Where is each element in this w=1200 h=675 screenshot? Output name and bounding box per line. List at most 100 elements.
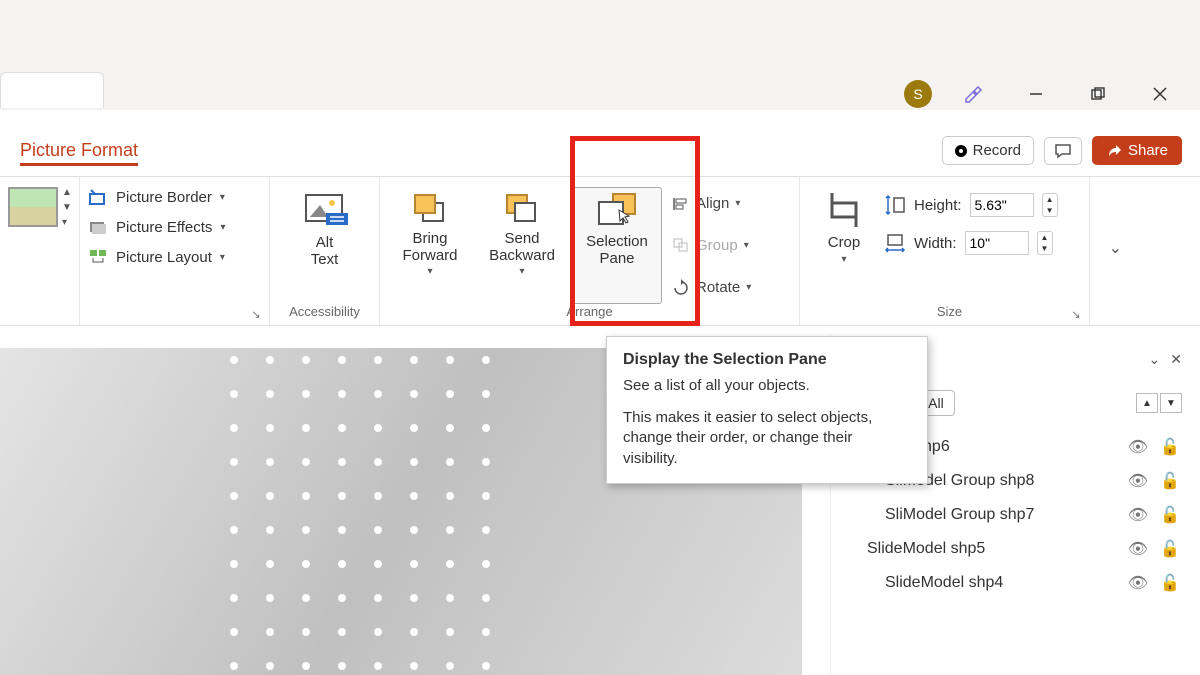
- height-icon: [884, 194, 906, 216]
- picture-layout-button[interactable]: Picture Layout ▾: [88, 247, 261, 267]
- rotate-button[interactable]: Rotate ▾: [672, 279, 751, 296]
- group-label: Group: [696, 237, 738, 254]
- dialog-launcher-icon[interactable]: ↘: [1069, 307, 1083, 321]
- object-name: SlideModel shp5: [867, 540, 1128, 558]
- crop-button[interactable]: Crop ▾: [818, 187, 870, 269]
- list-item[interactable]: SlideModel shp5👁 🔓: [849, 532, 1182, 566]
- height-input[interactable]: [970, 193, 1034, 217]
- tab-picture-format[interactable]: Picture Format: [20, 140, 138, 166]
- minimize-button[interactable]: [1016, 80, 1056, 108]
- crop-icon: [824, 191, 864, 229]
- lock-icon[interactable]: 🔓: [1160, 471, 1180, 491]
- reorder-down-button[interactable]: ▼: [1160, 393, 1182, 413]
- share-label: Share: [1128, 142, 1168, 159]
- picture-layout-icon: [88, 247, 108, 267]
- rotate-label: Rotate: [696, 279, 740, 296]
- lock-icon[interactable]: 🔓: [1160, 539, 1180, 559]
- avatar-letter: S: [913, 86, 922, 102]
- dialog-launcher-icon[interactable]: ↘: [249, 307, 263, 321]
- group-icon: [672, 237, 690, 253]
- lock-icon[interactable]: 🔓: [1160, 573, 1180, 593]
- selection-pane-button[interactable]: Selection Pane: [572, 187, 662, 304]
- object-name: SlideModel shp4: [885, 574, 1128, 592]
- picture-border-button[interactable]: Picture Border ▾: [88, 187, 261, 207]
- group-button: Group ▾: [672, 237, 751, 254]
- gallery-more[interactable]: ▾: [62, 217, 72, 228]
- pane-options-button[interactable]: ⌄: [1149, 351, 1161, 368]
- send-backward-icon: [503, 191, 541, 225]
- comment-icon: [1054, 143, 1072, 159]
- picture-effects-label: Picture Effects: [116, 219, 212, 236]
- list-item[interactable]: SlideModel shp4👁 🔓: [849, 566, 1182, 600]
- bring-forward-label: Bring Forward: [402, 231, 457, 264]
- height-spinner[interactable]: ▲▼: [1042, 193, 1058, 217]
- visibility-icon[interactable]: 👁: [1128, 471, 1148, 491]
- visibility-icon[interactable]: 👁: [1128, 437, 1148, 457]
- accessibility-group-label: Accessibility: [278, 304, 371, 321]
- ribbon: ▲ ▼ ▾ Picture Border ▾ Picture Effects ▾: [0, 176, 1200, 326]
- coming-soon-icon[interactable]: [954, 80, 994, 108]
- maximize-button[interactable]: [1078, 80, 1118, 108]
- picture-layout-label: Picture Layout: [116, 249, 212, 266]
- reorder-up-button[interactable]: ▲: [1136, 393, 1158, 413]
- list-item[interactable]: SliModel Group shp7👁 🔓: [849, 498, 1182, 532]
- share-button[interactable]: Share: [1092, 136, 1182, 165]
- height-label: Height:: [914, 197, 962, 214]
- size-group-label: Size: [818, 304, 1081, 321]
- tooltip: Display the Selection Pane See a list of…: [606, 336, 928, 484]
- bring-forward-button[interactable]: Bring Forward ▾: [388, 187, 472, 304]
- chevron-down-icon: ▾: [519, 266, 524, 277]
- chevron-down-icon: ▾: [735, 198, 740, 209]
- gallery-up[interactable]: ▲: [62, 187, 72, 198]
- chevron-down-icon: ▾: [744, 240, 749, 251]
- send-backward-label: Send Backward: [489, 231, 555, 264]
- align-icon: [672, 196, 690, 212]
- send-backward-button[interactable]: Send Backward ▾: [476, 187, 568, 304]
- width-input[interactable]: [965, 231, 1029, 255]
- rotate-icon: [672, 279, 690, 295]
- bring-forward-icon: [411, 191, 449, 225]
- tooltip-body: This makes it easier to select objects, …: [623, 408, 911, 469]
- record-button[interactable]: Record: [942, 136, 1034, 165]
- alt-text-icon: [302, 191, 348, 229]
- crop-label: Crop: [828, 235, 861, 252]
- size-group: Crop ▾ Height: ▲▼ Width: ▲▼ Size ↘: [800, 177, 1090, 325]
- user-avatar[interactable]: S: [904, 80, 932, 108]
- picture-style-preset[interactable]: [8, 187, 58, 227]
- arrange-group: Bring Forward ▾ Send Backward ▾ Selectio…: [380, 177, 800, 325]
- picture-adjust-group: Picture Border ▾ Picture Effects ▾ Pictu…: [80, 177, 270, 325]
- record-icon: [955, 145, 967, 157]
- selection-pane-label: Selection Pane: [586, 234, 648, 267]
- visibility-icon[interactable]: 👁: [1128, 573, 1148, 593]
- align-button[interactable]: Align ▾: [672, 195, 751, 212]
- align-label: Align: [696, 195, 729, 212]
- picture-effects-button[interactable]: Picture Effects ▾: [88, 217, 261, 237]
- accessibility-group: Alt Text Accessibility: [270, 177, 380, 325]
- object-name: SliModel Group shp7: [885, 506, 1128, 524]
- gallery-down[interactable]: ▼: [62, 202, 72, 213]
- width-spinner[interactable]: ▲▼: [1037, 231, 1053, 255]
- selection-pane-icon: [595, 192, 639, 228]
- record-label: Record: [973, 142, 1021, 159]
- arrange-group-label: Arrange: [388, 304, 791, 321]
- lock-icon[interactable]: 🔓: [1160, 505, 1180, 525]
- alt-text-button[interactable]: Alt Text: [278, 187, 371, 272]
- comments-button[interactable]: [1044, 137, 1082, 165]
- lock-icon[interactable]: 🔓: [1160, 437, 1180, 457]
- width-icon: [884, 232, 906, 254]
- share-icon: [1106, 143, 1122, 159]
- picture-effects-icon: [88, 217, 108, 237]
- tooltip-subtitle: See a list of all your objects.: [623, 377, 911, 394]
- chevron-down-icon: ▾: [841, 254, 846, 265]
- visibility-icon[interactable]: 👁: [1128, 539, 1148, 559]
- chevron-down-icon: ▾: [220, 192, 225, 203]
- chevron-down-icon: ▾: [746, 282, 751, 293]
- alt-text-label: Alt Text: [311, 235, 339, 268]
- picture-border-icon: [88, 187, 108, 207]
- visibility-icon[interactable]: 👁: [1128, 505, 1148, 525]
- file-tab-stub[interactable]: [0, 72, 104, 108]
- pane-close-button[interactable]: ✕: [1170, 351, 1182, 368]
- close-button[interactable]: [1140, 80, 1180, 108]
- chevron-down-icon: ▾: [427, 266, 432, 277]
- collapse-ribbon-button[interactable]: ⌄: [1109, 238, 1122, 270]
